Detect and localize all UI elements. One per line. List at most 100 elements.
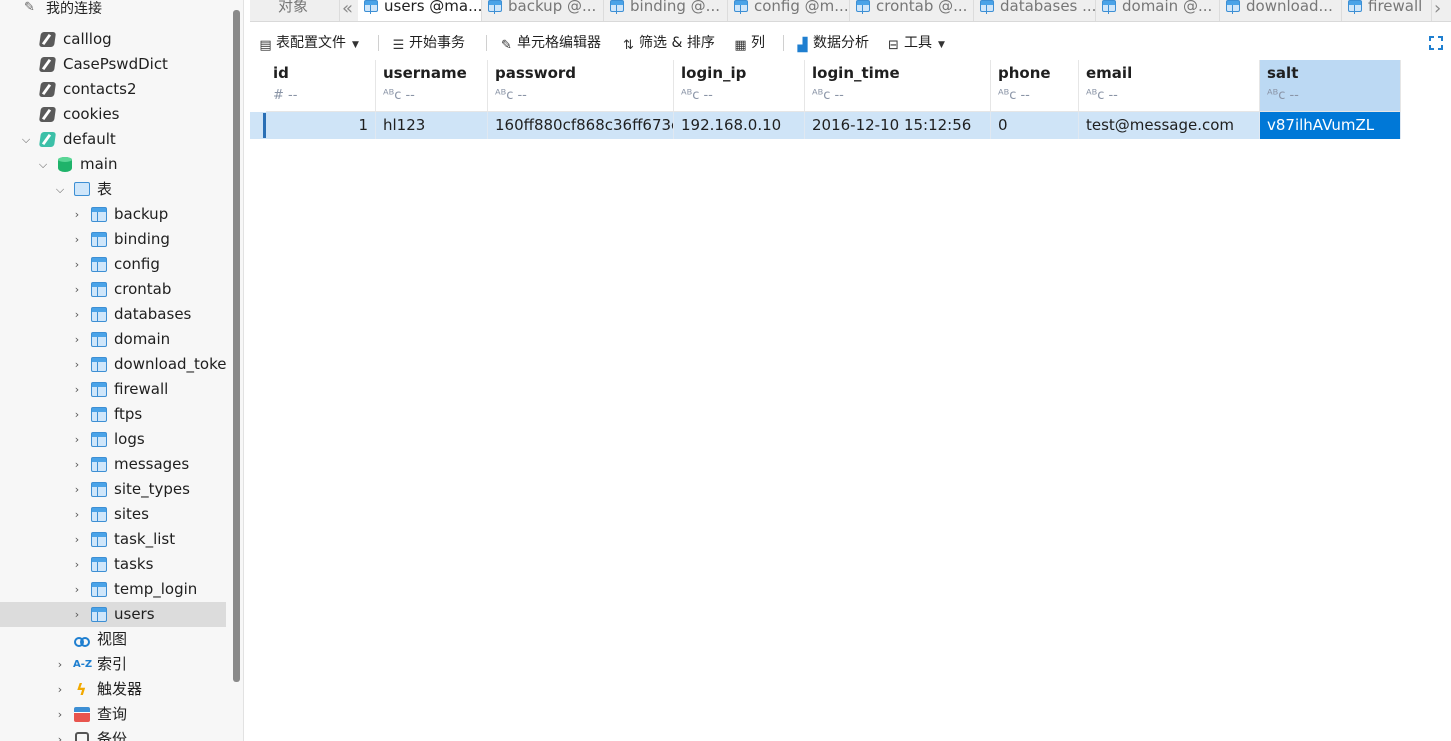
chevron-right-icon[interactable]: ›	[70, 327, 84, 352]
chevron-right-icon[interactable]: ›	[53, 677, 67, 702]
tree-item-table-config[interactable]: › config	[0, 252, 226, 277]
table-cell-email[interactable]: test@message.com	[1079, 112, 1260, 139]
chevron-right-icon[interactable]: ›	[53, 652, 67, 677]
tree-item-table-task-list[interactable]: › task_list	[0, 527, 226, 552]
tab-download-token[interactable]: download...	[1220, 0, 1342, 21]
table-cell-login-ip[interactable]: 192.168.0.10	[674, 112, 805, 139]
column-type: ᴬᴮc --	[998, 88, 1030, 103]
tab-scroll-left-icon[interactable]: «	[342, 0, 353, 19]
chevron-right-icon[interactable]: ›	[70, 502, 84, 527]
table-cell-password[interactable]: 160ff880cf868c36ff673c	[488, 112, 674, 139]
tree-item-cookies[interactable]: cookies	[0, 102, 226, 127]
chevron-right-icon[interactable]: ›	[70, 277, 84, 302]
tree-item-table-binding[interactable]: › binding	[0, 227, 226, 252]
tree-item-casepswddict[interactable]: CasePswdDict	[0, 52, 226, 77]
tree-item-table-ftps[interactable]: › ftps	[0, 402, 226, 427]
columns-grid-icon: ▦	[734, 38, 747, 53]
column-header-username[interactable]: username ᴬᴮc --	[376, 60, 488, 112]
tree-item-backups[interactable]: › 备份	[0, 727, 226, 741]
chevron-right-icon[interactable]: ›	[70, 252, 84, 277]
column-header-phone[interactable]: phone ᴬᴮc --	[991, 60, 1079, 112]
tab-domain[interactable]: domain @...	[1096, 0, 1220, 21]
chevron-right-icon[interactable]: ›	[70, 452, 84, 477]
column-header-salt[interactable]: salt ᴬᴮc --	[1260, 60, 1401, 112]
dropdown-caret-icon: ▼	[938, 40, 945, 50]
tree-item-table-databases[interactable]: › databases	[0, 302, 226, 327]
chevron-down-icon[interactable]: ⌵	[19, 127, 33, 152]
expand-icon[interactable]	[1429, 36, 1443, 50]
column-header-login-time[interactable]: login_time ᴬᴮc --	[805, 60, 991, 112]
tab-users[interactable]: users @ma...	[358, 0, 482, 21]
chevron-right-icon[interactable]: ›	[70, 202, 84, 227]
chevron-right-icon[interactable]: ›	[70, 227, 84, 252]
sidebar-scrollbar[interactable]	[233, 10, 240, 682]
table-config-button[interactable]: ▤ 表配置文件 ▼	[258, 28, 359, 58]
chevron-right-icon[interactable]: ›	[70, 477, 84, 502]
tree-item-contacts2[interactable]: contacts2	[0, 77, 226, 102]
chevron-down-icon[interactable]: ⌵	[36, 152, 50, 177]
tree-item-table-domain[interactable]: › domain	[0, 327, 226, 352]
column-header-password[interactable]: password ᴬᴮc --	[488, 60, 674, 112]
tree-item-table-sites[interactable]: › sites	[0, 502, 226, 527]
chevron-right-icon[interactable]: ›	[70, 352, 84, 377]
chevron-right-icon[interactable]: ›	[70, 377, 84, 402]
chevron-right-icon[interactable]: ›	[70, 552, 84, 577]
table-cell-id[interactable]: 1	[266, 112, 376, 139]
tree-item-default[interactable]: ⌵ default	[0, 127, 226, 152]
begin-transaction-button[interactable]: ☰ 开始事务	[391, 28, 465, 58]
table-icon	[91, 282, 107, 297]
tab-firewall[interactable]: firewall	[1342, 0, 1432, 21]
chevron-down-icon[interactable]: ⌵	[53, 177, 67, 202]
tab-objects[interactable]: 对象	[250, 0, 340, 21]
filter-sort-button[interactable]: ⇅ 筛选 & 排序	[621, 28, 715, 58]
tab-backup[interactable]: backup @...	[482, 0, 604, 21]
table-icon	[980, 0, 994, 14]
tree-item-table-users[interactable]: › users	[0, 602, 226, 627]
tree-item-table-download-token[interactable]: › download_toke	[0, 352, 226, 377]
tab-crontab[interactable]: crontab @...	[850, 0, 974, 21]
tree-item-table-tasks[interactable]: › tasks	[0, 552, 226, 577]
tree-item-table-backup[interactable]: › backup	[0, 202, 226, 227]
table-cell-login-time[interactable]: 2016-12-10 15:12:56	[805, 112, 991, 139]
tree-item-tables-folder[interactable]: ⌵ 表	[0, 177, 226, 202]
chevron-right-icon[interactable]: ›	[53, 702, 67, 727]
table-cell-phone[interactable]: 0	[991, 112, 1079, 139]
tree-item-label: sites	[114, 505, 149, 523]
tab-binding[interactable]: binding @...	[604, 0, 728, 21]
chevron-right-icon[interactable]: ›	[70, 402, 84, 427]
tree-item-table-messages[interactable]: › messages	[0, 452, 226, 477]
tools-button[interactable]: ⊟ 工具 ▼	[886, 28, 945, 58]
chevron-right-icon[interactable]: ›	[70, 427, 84, 452]
tree-item-table-site-types[interactable]: › site_types	[0, 477, 226, 502]
tree-item-main[interactable]: ⌵ main	[0, 152, 226, 177]
tree-item-table-firewall[interactable]: › firewall	[0, 377, 226, 402]
table-cell-username[interactable]: hl123	[376, 112, 488, 139]
tab-scroll-right-icon[interactable]: ›	[1434, 0, 1441, 19]
tab-config[interactable]: config @m...	[728, 0, 850, 21]
row-selector[interactable]	[250, 112, 266, 139]
column-name: salt	[1267, 64, 1299, 82]
cell-editor-button[interactable]: ✎ 单元格编辑器	[499, 28, 601, 58]
table-cell-salt[interactable]: v87ilhAVumZL	[1260, 112, 1401, 139]
tree-item-table-crontab[interactable]: › crontab	[0, 277, 226, 302]
tree-item-views[interactable]: 视图	[0, 627, 226, 652]
chevron-right-icon[interactable]: ›	[70, 302, 84, 327]
column-header-email[interactable]: email ᴬᴮc --	[1079, 60, 1260, 112]
chevron-right-icon[interactable]: ›	[70, 602, 84, 627]
chevron-right-icon[interactable]: ›	[70, 577, 84, 602]
tree-item-table-temp-login[interactable]: › temp_login	[0, 577, 226, 602]
tree-item-triggers[interactable]: › ϟ 触发器	[0, 677, 226, 702]
columns-button[interactable]: ▦ 列	[733, 28, 765, 58]
chevron-right-icon[interactable]: ›	[53, 727, 67, 741]
tree-item-calllog[interactable]: calllog	[0, 27, 226, 52]
chevron-right-icon[interactable]: ›	[70, 527, 84, 552]
column-header-id[interactable]: id # --	[266, 60, 376, 112]
tab-label: backup @...	[508, 0, 597, 15]
toolbar-divider	[378, 35, 379, 51]
data-analysis-button[interactable]: ▟ 数据分析	[795, 28, 870, 58]
column-header-login-ip[interactable]: login_ip ᴬᴮc --	[674, 60, 805, 112]
tab-databases[interactable]: databases ...	[974, 0, 1096, 21]
tree-item-table-logs[interactable]: › logs	[0, 427, 226, 452]
tree-item-indexes[interactable]: › A-Z 索引	[0, 652, 226, 677]
tree-item-queries[interactable]: › 查询	[0, 702, 226, 727]
